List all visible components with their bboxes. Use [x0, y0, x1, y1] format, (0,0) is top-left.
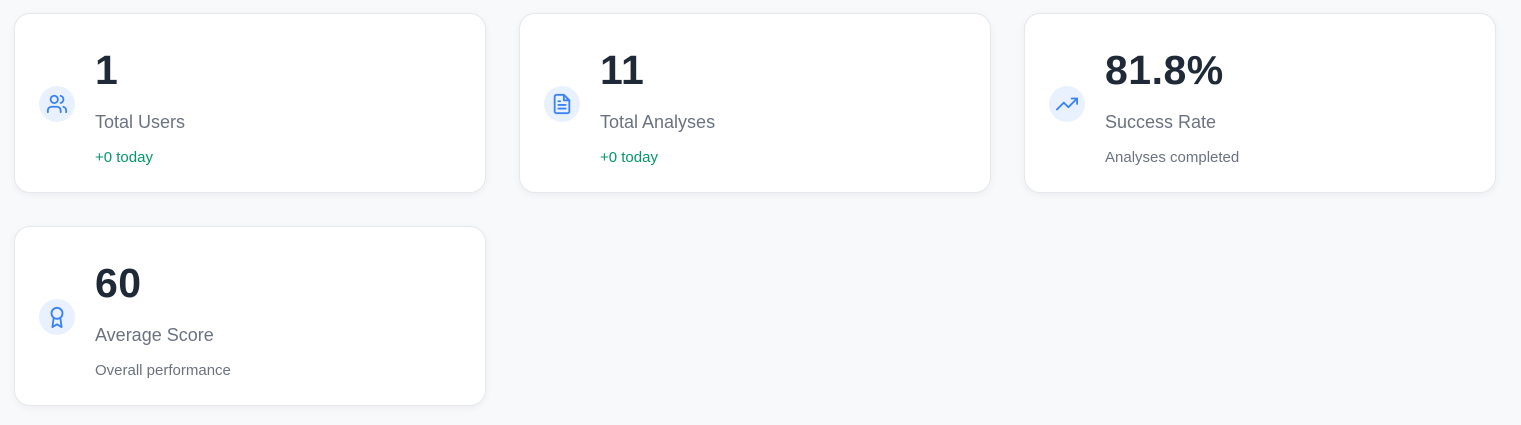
stat-label: Total Users — [95, 112, 186, 132]
stat-label: Success Rate — [1105, 112, 1217, 132]
stat-description: Analyses completed — [1105, 149, 1240, 166]
stat-change: +0 today — [95, 149, 153, 166]
trending-up-icon — [1049, 86, 1085, 122]
document-icon — [544, 86, 580, 122]
stat-value: 1 — [95, 47, 119, 93]
users-icon — [39, 86, 75, 122]
stat-description: Overall performance — [95, 362, 231, 379]
stat-card-success-rate: 81.8% Success Rate Analyses completed — [1024, 13, 1496, 193]
award-icon — [39, 299, 75, 335]
stat-card-average-score: 60 Average Score Overall performance — [14, 226, 486, 406]
stat-label: Average Score — [95, 325, 214, 345]
stats-grid: 1 Total Users +0 today 11 Total Analyses… — [0, 0, 1521, 425]
stat-label: Total Analyses — [600, 112, 716, 132]
stat-change: +0 today — [600, 149, 658, 166]
stat-value: 60 — [95, 260, 142, 306]
stat-card-total-analyses: 11 Total Analyses +0 today — [519, 13, 991, 193]
stat-value: 11 — [600, 47, 645, 93]
stat-value: 81.8% — [1105, 47, 1224, 93]
stat-card-total-users: 1 Total Users +0 today — [14, 13, 486, 193]
